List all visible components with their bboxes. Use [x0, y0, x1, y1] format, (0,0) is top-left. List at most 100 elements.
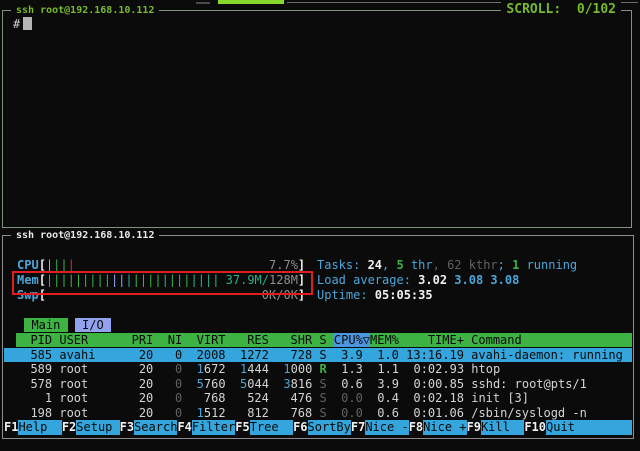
fnlabel-tree[interactable]: Tree: [250, 420, 293, 435]
prompt-symbol: #: [13, 17, 20, 31]
top-terminal-pane[interactable]: ssh root@192.168.10.112 SCROLL: 0/102 #: [2, 10, 632, 228]
text-segment: 044: [247, 377, 269, 391]
terminal-screen: ssh root@192.168.10.112 SCROLL: 0/102 # …: [0, 0, 640, 451]
fnkey-f10[interactable]: F10: [524, 420, 546, 435]
text-segment: 816: [291, 377, 313, 391]
fnkey-f7[interactable]: F7: [351, 420, 365, 435]
text-segment: 1 root 20: [16, 391, 175, 405]
text-segment: [327, 391, 341, 405]
text-segment: 812 768: [226, 406, 320, 420]
text-segment: [327, 406, 341, 420]
text-segment: 444: [247, 362, 269, 376]
text-segment: 05:05:35: [375, 288, 433, 302]
load-average-line: Load average: 3.02 3.08 3.08: [317, 273, 577, 288]
text-segment: 0.4 0:02.18 init [3]: [363, 391, 529, 405]
process-row-pid-578[interactable]: 578 root 20 0 5760 5044 3816 S 0.6 3.9 0…: [4, 377, 632, 392]
text-segment: 672: [204, 362, 226, 376]
fnlabel-filter[interactable]: Filter: [192, 420, 235, 435]
fnlabel-setup[interactable]: Setup: [76, 420, 119, 435]
text-segment: 5: [197, 377, 204, 391]
tab-i-o[interactable]: I/O: [75, 318, 111, 332]
text-segment: [226, 362, 240, 376]
mem-highlight-box: [12, 271, 313, 295]
fnlabel-nice-[interactable]: Nice +: [423, 420, 466, 435]
text-segment: [182, 362, 196, 376]
text-segment: 000: [291, 362, 313, 376]
meter-open-bracket: [: [39, 258, 46, 272]
text-segment: S: [319, 406, 326, 420]
shell-prompt[interactable]: #: [13, 17, 32, 32]
text-segment: ,: [382, 258, 396, 272]
text-segment: ,: [433, 258, 447, 272]
process-row-pid-589[interactable]: 589 root 20 0 1672 1444 1000 R 1.3 1.1 0…: [4, 362, 632, 377]
fnkey-f3[interactable]: F3: [120, 420, 134, 435]
fnlabel-search[interactable]: Search: [134, 420, 177, 435]
column-header-row[interactable]: PID USER PRI NI VIRT RES SHR S CPU%▽MEM%…: [4, 333, 632, 348]
window-edge-artifact-dash: [196, 2, 210, 4]
text-segment: 768 524 476: [182, 391, 319, 405]
fnkey-f5[interactable]: F5: [235, 420, 249, 435]
text-segment: 5: [396, 258, 403, 272]
text-segment: Uptime:: [317, 288, 375, 302]
text-segment: 1: [197, 406, 204, 420]
text-segment: 585 avahi 20 0 2008 1272 728 S 3.9 1.0 1…: [16, 348, 623, 362]
fnlabel-kill[interactable]: Kill: [481, 420, 524, 435]
text-segment: [226, 377, 240, 391]
process-row-pid-1[interactable]: 1 root 20 0 768 524 476 S 0.0 0.4 0:02.1…: [4, 391, 632, 406]
fnlabel-nice-[interactable]: Nice -: [365, 420, 408, 435]
htop-function-key-bar: F1Help F2Setup F3SearchF4FilterF5Tree F6…: [4, 420, 632, 435]
text-segment: 3.08: [454, 273, 490, 287]
text-segment: R: [320, 362, 327, 376]
cpu-meter-label: CPU: [17, 258, 39, 272]
text-segment: [182, 406, 196, 420]
text-segment: 24: [368, 258, 382, 272]
text-segment: [269, 362, 283, 376]
text-segment: running: [519, 258, 577, 272]
scroll-indicator: SCROLL: 0/102: [501, 2, 621, 18]
header-left-columns[interactable]: PID USER PRI NI VIRT RES SHR S: [16, 333, 334, 347]
fnlabel-quit[interactable]: Quit: [546, 420, 632, 435]
bottom-terminal-pane[interactable]: ssh root@192.168.10.112 CPU[||||7.7%]Mem…: [2, 235, 634, 439]
text-segment: [269, 377, 283, 391]
text-segment: [182, 377, 196, 391]
text-segment: 589 root 20: [16, 362, 175, 376]
text-cursor: [23, 17, 32, 30]
fnkey-f2[interactable]: F2: [62, 420, 76, 435]
text-segment: 760: [204, 377, 226, 391]
tab-main[interactable]: Main: [24, 318, 67, 332]
fnkey-f4[interactable]: F4: [177, 420, 191, 435]
fnlabel-help[interactable]: Help: [18, 420, 61, 435]
htop-app: CPU[||||7.7%]Mem[|||||||||||||||||||||||…: [3, 236, 633, 438]
text-segment: 3.08: [490, 273, 519, 287]
text-segment: 0.0: [341, 391, 363, 405]
fnlabel-sortby[interactable]: SortBy: [308, 420, 351, 435]
htop-tab-bar: Main I/O: [17, 318, 111, 333]
text-segment: 0.0: [341, 406, 363, 420]
fnkey-f8[interactable]: F8: [409, 420, 423, 435]
text-segment: |: [68, 258, 75, 272]
text-segment: 1.3 1.1 0:02.93 htop: [327, 362, 500, 376]
process-row-pid-585[interactable]: 585 avahi 20 0 2008 1272 728 S 3.9 1.0 1…: [4, 348, 632, 363]
text-segment: [312, 362, 319, 376]
top-pane-title: ssh root@192.168.10.112: [11, 3, 159, 18]
tasks-line: Tasks: 24, 5 thr, 62 kthr; 1 running: [317, 258, 577, 273]
text-segment: 198 root 20: [16, 406, 175, 420]
text-segment: 3: [283, 377, 290, 391]
text-segment: S: [319, 391, 326, 405]
uptime-line: Uptime: 05:05:35: [317, 288, 577, 303]
process-row-pid-198[interactable]: 198 root 20 0 1512 812 768 S 0.0 0.6 0:0…: [4, 406, 632, 421]
text-segment: thr: [404, 258, 433, 272]
header-sort-column-cpu[interactable]: CPU%▽: [334, 333, 370, 347]
text-segment: 7.7%: [269, 258, 298, 272]
meter-close-bracket: ]: [298, 258, 305, 272]
fnkey-f9[interactable]: F9: [467, 420, 481, 435]
text-segment: 1: [283, 362, 290, 376]
text-segment: 62 kthr: [447, 258, 498, 272]
fnkey-f6[interactable]: F6: [293, 420, 307, 435]
header-right-columns[interactable]: MEM% TIME+ Command: [370, 333, 632, 347]
window-edge-artifact-green: [218, 0, 284, 4]
text-segment: 3.02: [418, 273, 454, 287]
text-segment: Load average:: [317, 273, 418, 287]
text-segment: [312, 377, 319, 391]
fnkey-f1[interactable]: F1: [4, 420, 18, 435]
